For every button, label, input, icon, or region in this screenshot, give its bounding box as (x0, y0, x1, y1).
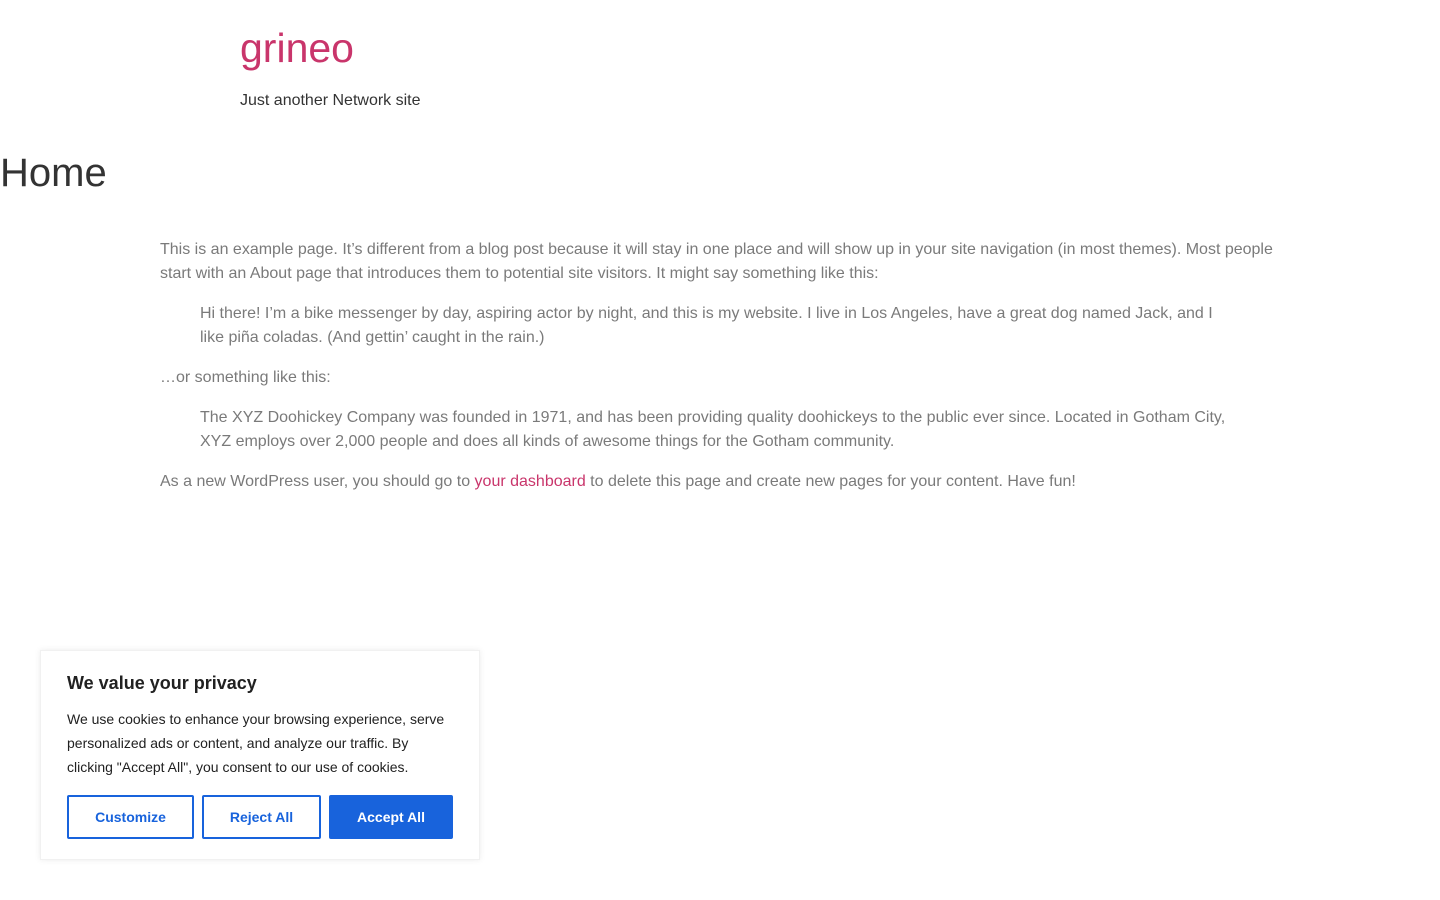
accept-all-button[interactable]: Accept All (329, 795, 453, 839)
page: grineo Just another Network site Home Th… (0, 0, 1440, 900)
outro-text-before: As a new WordPress user, you should go t… (160, 473, 475, 490)
site-header: grineo Just another Network site (240, 22, 421, 112)
intro-paragraph: This is an example page. It’s different … (160, 241, 1273, 282)
quote-text: The XYZ Doohickey Company was founded in… (200, 409, 1226, 450)
site-title-link[interactable]: grineo (240, 22, 421, 74)
middle-paragraph: …or something like this: (160, 369, 331, 386)
entry-content: This is an example page. It’s different … (160, 238, 1285, 510)
page-title: Home (0, 151, 107, 195)
customize-button[interactable]: Customize (67, 795, 194, 839)
blockquote-bike-messenger: Hi there! I’m a bike messenger by day, a… (200, 302, 1240, 350)
outro-paragraph: As a new WordPress user, you should go t… (160, 470, 1285, 494)
dashboard-link[interactable]: your dashboard (475, 473, 586, 490)
outro-text-after: to delete this page and create new pages… (585, 473, 1076, 490)
site-tagline: Just another Network site (240, 92, 421, 109)
cookie-consent-banner: We value your privacy We use cookies to … (40, 650, 480, 860)
cookie-button-group: Customize Reject All Accept All (67, 795, 453, 839)
cookie-banner-title: We value your privacy (67, 673, 257, 693)
blockquote-doohickey: The XYZ Doohickey Company was founded in… (200, 406, 1240, 454)
quote-text: Hi there! I’m a bike messenger by day, a… (200, 305, 1213, 346)
cookie-banner-text: We use cookies to enhance your browsing … (67, 711, 445, 775)
reject-all-button[interactable]: Reject All (202, 795, 321, 839)
